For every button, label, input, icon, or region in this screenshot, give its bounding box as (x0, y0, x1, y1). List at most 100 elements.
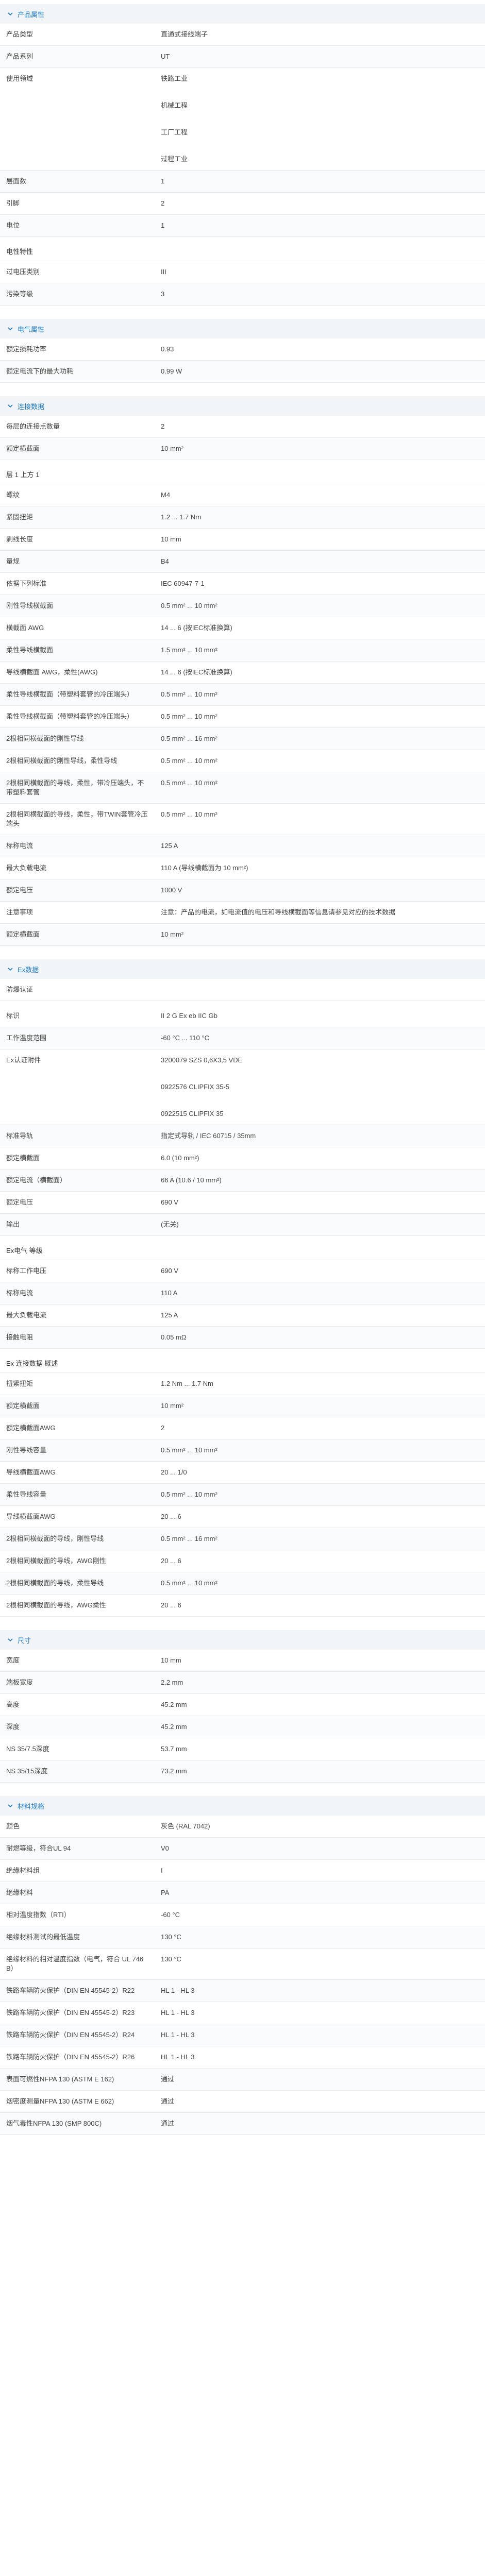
spec-row: 铁路车辆防火保护（DIN EN 45545-2）R23 HL 1 - HL 3 (0, 2002, 485, 2024)
spec-key: 紧固扭矩 (6, 513, 34, 521)
section-ex: Ex数据 防爆认证 标识 II 2 G Ex eb IIC Gb 工作温度范围 -60 °… (0, 959, 485, 1617)
section-header[interactable]: 连接数据 (0, 396, 485, 416)
spec-value: 10 mm (155, 1650, 485, 1671)
spec-key: 标称电流 (6, 1289, 34, 1297)
spec-value: 20 ... 6 (155, 1550, 485, 1572)
spec-key: 额定电压 (6, 1198, 34, 1206)
spec-key: 刚性导线横截面 (6, 602, 54, 609)
spec-row: 额定电流下的最大功耗 0.99 W (0, 361, 485, 383)
spec-row: 端板宽度 2.2 mm (0, 1672, 485, 1694)
spec-key: 宽度 (6, 1656, 20, 1664)
spec-row: 标称电流 110 A (0, 1282, 485, 1304)
spec-row: 2根相同横截面的导线，刚性导线 0.5 mm² ... 16 mm² (0, 1528, 485, 1550)
spec-value: IEC 60947-7-1 (155, 573, 485, 595)
spec-key: 额定横截面 (6, 445, 40, 452)
spec-value-line: 14 ... 6 (按IEC标准换算) (161, 668, 232, 676)
spec-value: 110 A (155, 1282, 485, 1304)
spec-row: 2根相同横截面的导线，AWG柔性 20 ... 6 (0, 1595, 485, 1617)
spec-key: 颜色 (6, 1822, 20, 1830)
spec-value-line: 3200079 SZS 0,6X3,5 VDE (161, 1056, 243, 1064)
spec-key: 深度 (6, 1723, 20, 1731)
spec-key: 产品系列 (6, 53, 34, 60)
spec-row: 导线横截面AWG 20 ... 6 (0, 1506, 485, 1528)
spec-value-line: 工厂工程 (161, 128, 188, 136)
spec-row: 产品系列 UT (0, 46, 485, 68)
spec-value-line: UT (161, 53, 170, 60)
spec-value: 1000 V (155, 879, 485, 901)
spec-value-line: 0.5 mm² ... 10 mm² (161, 779, 218, 787)
spec-row: 额定横截面 10 mm² (0, 924, 485, 946)
spec-value-line: 通过 (161, 2120, 175, 2127)
spec-row: NS 35/15深度 73.2 mm (0, 1760, 485, 1783)
section-header[interactable]: 电气属性 (0, 319, 485, 338)
subsection-title: 电性特性 (0, 241, 485, 261)
spec-key: 额定横截面 (6, 1402, 40, 1410)
spec-key: 烟密度测量NFPA 130 (ASTM E 662) (6, 2097, 114, 2105)
spec-row: 导线横截面AWG 20 ... 1/0 (0, 1462, 485, 1484)
spec-value-line: V0 (161, 1844, 169, 1852)
chevron-down-icon[interactable] (6, 402, 14, 410)
chevron-down-icon[interactable] (6, 325, 14, 333)
spec-key: 额定损耗功率 (6, 345, 47, 353)
spec-value-line: 0.5 mm² ... 10 mm² (161, 1490, 218, 1498)
spec-value: 0.5 mm² ... 16 mm² (155, 1528, 485, 1550)
spec-row: 绝缘材料测试的最低温度 130 °C (0, 1926, 485, 1948)
chevron-down-icon[interactable] (6, 10, 14, 18)
spec-key: 引脚 (6, 199, 20, 207)
spec-key: 绝缘材料 (6, 1889, 34, 1896)
spec-value: 6.0 (10 mm²) (155, 1147, 485, 1169)
spec-value-line: 0922576 CLIPFIX 35-5 (161, 1083, 229, 1091)
spec-row: 刚性导线容量 0.5 mm² ... 10 mm² (0, 1439, 485, 1462)
spec-key: 导线横截面AWG (6, 1513, 56, 1520)
spec-value: 通过 (155, 2069, 485, 2090)
spec-value-line: HL 1 - HL 3 (161, 2053, 195, 2061)
spec-row: 额定横截面 10 mm² (0, 438, 485, 460)
spec-key: 柔性导线横截面（带塑料套管的冷压端头） (6, 690, 134, 698)
section-header[interactable]: 尺寸 (0, 1630, 485, 1650)
spec-value-line: 0.5 mm² ... 10 mm² (161, 1579, 218, 1587)
spec-value: 1.5 mm² ... 10 mm² (155, 639, 485, 661)
spec-value: 0.5 mm² ... 10 mm² (155, 684, 485, 705)
spec-key: 额定横截面 (6, 930, 40, 938)
spec-value-line: 10 mm (161, 535, 181, 543)
spec-key: 高度 (6, 1701, 20, 1708)
spec-value: II 2 G Ex eb IIC Gb (155, 1005, 485, 1027)
section-header[interactable]: Ex数据 (0, 959, 485, 979)
spec-value-line: 0.5 mm² ... 10 mm² (161, 690, 218, 698)
chevron-down-icon[interactable] (6, 1636, 14, 1644)
spec-value-line: 130 °C (161, 1933, 181, 1941)
spec-key: 标称电流 (6, 842, 34, 850)
chevron-down-icon[interactable] (6, 1802, 14, 1810)
spec-value: 0.5 mm² ... 10 mm² (155, 1439, 485, 1461)
spec-value: B4 (155, 551, 485, 572)
spec-value: 690 V (155, 1192, 485, 1213)
spec-value: UT (155, 46, 485, 67)
spec-value-line: II 2 G Ex eb IIC Gb (161, 1012, 218, 1020)
section-title: 电气属性 (18, 325, 45, 333)
chevron-down-icon[interactable] (6, 965, 14, 973)
spec-key: 螺纹 (6, 491, 20, 499)
spec-value: 1.2 Nm ... 1.7 Nm (155, 1373, 485, 1395)
spec-value: 0.5 mm² ... 10 mm² (155, 772, 485, 803)
spec-row: 绝缘材料的相对温度指数（电气，符合 UL 746 B） 130 °C (0, 1948, 485, 1980)
spec-value: 110 A (导线横截面为 10 mm²) (155, 857, 485, 879)
spec-key: 最大负载电流 (6, 1311, 47, 1319)
spec-value: 2 (155, 1417, 485, 1439)
section-header[interactable]: 材料规格 (0, 1796, 485, 1816)
spec-key: 输出 (6, 1221, 20, 1228)
spec-value-line: 10 mm² (161, 1402, 184, 1410)
spec-value: 0.5 mm² ... 10 mm² (155, 706, 485, 727)
spec-value: 130 °C (155, 1948, 485, 1979)
section-header[interactable]: 产品属性 (0, 4, 485, 24)
spec-value-line: 0.5 mm² ... 10 mm² (161, 602, 218, 609)
spec-key: 依据下列标准 (6, 580, 47, 587)
spec-value-line: III (161, 268, 166, 276)
spec-value: M4 (155, 484, 485, 506)
spec-table: 标识 II 2 G Ex eb IIC Gb 工作温度范围 -60 °C ... 11… (0, 1005, 485, 1236)
spec-value-line: 66 A (10.6 / 10 mm²) (161, 1176, 222, 1184)
spec-value: 1.2 ... 1.7 Nm (155, 506, 485, 528)
spec-row: Ex认证附件 3200079 SZS 0,6X3,5 VDE 0922576 CLI… (0, 1049, 485, 1125)
spec-value: 45.2 mm (155, 1716, 485, 1738)
